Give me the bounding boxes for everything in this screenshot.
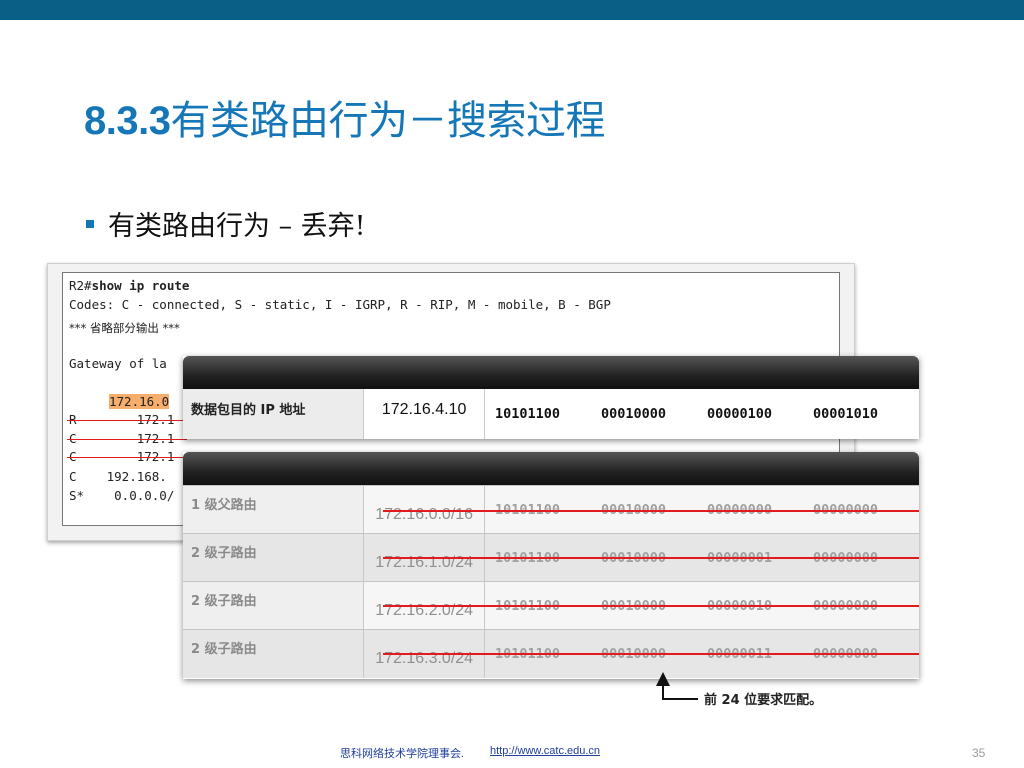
terminal-prompt: R2# xyxy=(69,278,92,293)
top-banner xyxy=(0,0,1024,20)
arrow-up-icon xyxy=(656,672,698,700)
terminal-codes-line: Codes: C - connected, S - static, I - IG… xyxy=(69,297,611,312)
square-bullet-icon xyxy=(86,219,94,228)
match-requirement-note: 前 24 位要求匹配。 xyxy=(704,693,823,708)
discard-strikeline xyxy=(383,510,919,512)
footer-org: 思科网络技术学院理事会. xyxy=(340,748,464,760)
route-strikethrough xyxy=(67,439,187,440)
terminal-omitted-note: *** 省略部分输出 *** xyxy=(69,321,180,335)
terminal-route-line: C 192.168. xyxy=(69,469,167,484)
route-strikethrough xyxy=(67,457,187,458)
panel-header-bar xyxy=(183,452,919,485)
binary-octet: 00001010 xyxy=(813,406,879,422)
discard-strikeline xyxy=(383,605,919,607)
binary-octet: 10101100 xyxy=(495,406,561,422)
panel-header-bar xyxy=(183,356,919,389)
destination-ip: 172.16.4.10 xyxy=(364,389,485,439)
route-strikethrough xyxy=(67,420,187,421)
binary-octet: 00000100 xyxy=(707,406,773,422)
highlighted-route: 172.16.0 xyxy=(109,394,170,409)
footer-url-link[interactable]: http://www.catc.edu.cn xyxy=(490,745,600,757)
route-level-label: 2 级子路由 xyxy=(183,630,365,678)
destination-label: 数据包目的 IP 地址 xyxy=(183,389,365,439)
terminal-gateway-line: Gateway of la xyxy=(69,356,167,371)
route-level-label: 1 级父路由 xyxy=(183,486,365,534)
bullet-text: 有类路由行为 – 丢弃! xyxy=(108,211,366,242)
discard-strikeline xyxy=(383,557,919,559)
route-level-label: 2 级子路由 xyxy=(183,534,365,582)
destination-row: 数据包目的 IP 地址 172.16.4.10 10101100 0001000… xyxy=(183,389,919,439)
destination-ip-panel: 数据包目的 IP 地址 172.16.4.10 10101100 0001000… xyxy=(183,356,919,439)
page-number: 35 xyxy=(972,746,986,760)
slide-title: 8.3.3有类路由行为－搜索过程 xyxy=(84,88,605,146)
terminal-command: show ip route xyxy=(91,278,190,293)
route-level-label: 2 级子路由 xyxy=(183,582,365,630)
discard-strikeline xyxy=(383,653,919,655)
title-number: 8.3.3 xyxy=(84,99,171,143)
footer-link-wrap: http://www.catc.edu.cn xyxy=(490,745,600,757)
title-text: 有类路由行为－搜索过程 xyxy=(170,98,605,144)
terminal-route-line: S* 0.0.0.0/ xyxy=(69,488,175,503)
destination-binary: 10101100 00010000 00000100 00001010 xyxy=(485,389,919,439)
route-comparison-panel: 1 级父路由 172.16.0.0/16 10101100 00010000 0… xyxy=(183,452,919,679)
binary-octet: 00010000 xyxy=(601,406,667,422)
terminal-command-line: R2#show ip route xyxy=(69,278,189,293)
bullet-item: 有类路由行为 – 丢弃! xyxy=(86,204,366,243)
terminal-route-line: 172.16.0 xyxy=(109,394,170,409)
